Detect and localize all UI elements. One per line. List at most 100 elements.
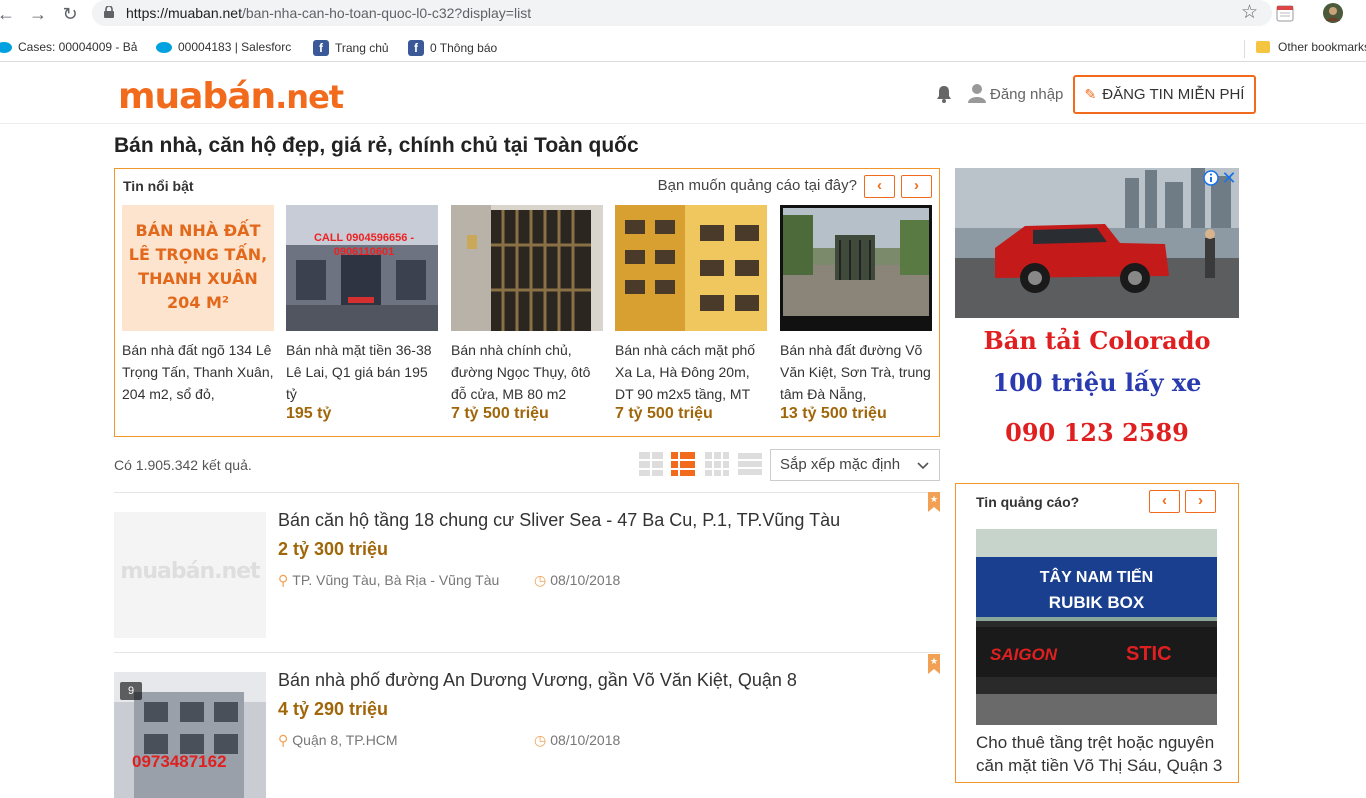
- featured-listings-box: Tin nổi bật Bạn muốn quảng cáo tại đây? …: [114, 168, 940, 437]
- featured-image-caption: CALL 0904596656 - 0906110601: [313, 232, 415, 258]
- lock-icon: [104, 6, 114, 18]
- listing-date-text: 08/10/2018: [550, 732, 621, 748]
- user-icon: [968, 84, 986, 103]
- pencil-icon: ✎: [1084, 86, 1097, 102]
- clock-icon: ◷: [534, 732, 547, 748]
- sponsored-next-button[interactable]: ›: [1185, 490, 1216, 513]
- featured-item[interactable]: Bán nhà chính chủ, đường Ngọc Thụy, ôtô …: [451, 205, 607, 423]
- bell-icon[interactable]: [934, 84, 954, 104]
- bookmark-item-thong-bao[interactable]: f 0 Thông báo: [408, 40, 497, 56]
- url-path: /ban-nha-can-ho-toan-quoc-l0-c32?display…: [241, 5, 532, 21]
- list-view-icon[interactable]: [670, 451, 696, 477]
- bookmark-item-cases[interactable]: Cases: 00004009 - Bả: [0, 40, 137, 54]
- ad-phone: 090 123 2589: [1005, 418, 1189, 447]
- listing-title[interactable]: Bán nhà phố đường An Dương Vương, gần Võ…: [278, 670, 797, 691]
- listing-price: 4 tỷ 290 triệu: [278, 699, 389, 719]
- grid-view-icon[interactable]: [638, 451, 664, 477]
- bookmark-star-icon[interactable]: ☆: [1241, 1, 1258, 24]
- salesforce-cloud-icon: [156, 41, 172, 53]
- listing-row[interactable]: 9 0973487162 Bán nhà phố đường An Dương …: [114, 654, 940, 798]
- divider: [114, 492, 940, 493]
- building-photo: [286, 205, 438, 331]
- listing-location-text: Quận 8, TP.HCM: [292, 732, 398, 748]
- featured-next-button[interactable]: ›: [901, 175, 932, 198]
- featured-prev-button[interactable]: ‹: [864, 175, 895, 198]
- bookmark-label: Cases: 00004009 - Bả: [18, 40, 138, 54]
- login-link[interactable]: Đăng nhập: [990, 86, 1063, 103]
- back-arrow-icon[interactable]: ←: [0, 2, 18, 26]
- featured-item-text[interactable]: Bán nhà đất đường Võ Văn Kiệt, Sơn Trà, …: [780, 339, 936, 405]
- reload-icon[interactable]: ↻: [58, 2, 82, 26]
- featured-item[interactable]: Bán nhà cách mặt phố Xa La, Hà Đông 20m,…: [615, 205, 771, 423]
- page-title: Bán nhà, căn hộ đẹp, giá rẻ, chính chủ t…: [114, 134, 639, 157]
- featured-image-caption: BÁN NHÀ ĐẤT LÊ TRỌNG TẤN, THANH XUÂN 204…: [128, 221, 268, 312]
- ad-close-icon[interactable]: ✕: [1221, 169, 1237, 187]
- logo-suffix-text: .net: [275, 78, 344, 116]
- ad-info-icon[interactable]: [1203, 170, 1219, 186]
- sponsored-listings-box: Tin quảng cáo? ‹ › TÂY NAM TIẾN RUBIK BO…: [955, 483, 1239, 783]
- listing-location: ⚲ TP. Vũng Tàu, Bà Rịa - Vũng Tàu: [278, 572, 499, 589]
- featured-item-text[interactable]: Bán nhà đất ngõ 134 Lê Trọng Tấn, Thanh …: [122, 339, 278, 405]
- featured-item[interactable]: CALL 0904596656 - 0906110601 Bán nhà mặt…: [286, 205, 442, 423]
- forward-arrow-icon[interactable]: →: [26, 2, 50, 26]
- profile-avatar-icon[interactable]: [1322, 2, 1344, 24]
- listing-row[interactable]: muabán.net Bán căn hộ tầng 18 chung cư S…: [114, 492, 940, 640]
- featured-item-text[interactable]: Bán nhà mặt tiền 36-38 Lê Lai, Q1 giá bá…: [286, 339, 442, 405]
- folder-icon: [1256, 41, 1270, 53]
- listing-thumbnail[interactable]: muabán.net: [114, 512, 266, 638]
- url-host: https://muaban.net: [126, 5, 242, 21]
- browser-toolbar: ← → ↻ https://muaban.net/ban-nha-can-ho-…: [0, 0, 1366, 28]
- listing-date: ◷ 08/10/2018: [534, 732, 620, 749]
- other-bookmarks-label: Other bookmarks: [1278, 40, 1366, 54]
- post-free-ad-button[interactable]: ✎ ĐĂNG TIN MIỄN PHÍ: [1073, 75, 1256, 114]
- featured-item-price: 195 tỷ: [286, 405, 332, 422]
- listing-title[interactable]: Bán căn hộ tầng 18 chung cư Sliver Sea -…: [278, 510, 840, 531]
- ad-offer: 100 triệu lấy xe: [992, 368, 1202, 397]
- calendar-extension-icon[interactable]: [1274, 2, 1296, 24]
- placeholder-logo: muabán.net: [120, 559, 260, 584]
- bookmark-item-trang-chu[interactable]: f Trang chủ: [313, 40, 389, 56]
- featured-title: Tin nổi bật: [123, 178, 194, 194]
- featured-item-image[interactable]: CALL 0904596656 - 0906110601: [286, 205, 438, 331]
- sponsored-prev-button[interactable]: ‹: [1149, 490, 1180, 513]
- compact-view-icon[interactable]: [737, 451, 763, 477]
- url-text: https://muaban.net/ban-nha-can-ho-toan-q…: [126, 5, 531, 21]
- featured-item-text[interactable]: Bán nhà cách mặt phố Xa La, Hà Đông 20m,…: [615, 339, 771, 405]
- featured-item-image[interactable]: [451, 205, 603, 331]
- featured-item-image[interactable]: [780, 205, 932, 331]
- post-button-label: ĐĂNG TIN MIỄN PHÍ: [1102, 86, 1245, 103]
- pickup-truck-photo: [955, 168, 1239, 318]
- sponsored-text[interactable]: Cho thuê tầng trệt hoặc nguyên căn mặt t…: [976, 731, 1226, 777]
- sponsored-image[interactable]: TÂY NAM TIẾN RUBIK BOX SAIGON STIC: [976, 529, 1217, 725]
- tile-view-icon[interactable]: [704, 451, 730, 477]
- featured-item-image[interactable]: [615, 205, 767, 331]
- sort-dropdown[interactable]: Sắp xếp mặc định: [770, 449, 940, 481]
- address-bar[interactable]: https://muaban.net/ban-nha-can-ho-toan-q…: [92, 0, 1272, 26]
- advertisement-banner[interactable]: ✕ Bán tải Colorado 100 triệu lấy xe 090 …: [955, 168, 1239, 475]
- save-listing-icon[interactable]: ★: [928, 492, 940, 512]
- featured-item[interactable]: Bán nhà đất đường Võ Văn Kiệt, Sơn Trà, …: [780, 205, 936, 423]
- featured-item-image[interactable]: BÁN NHÀ ĐẤT LÊ TRỌNG TẤN, THANH XUÂN 204…: [122, 205, 274, 331]
- ad-headline: Bán tải Colorado: [983, 326, 1211, 355]
- bookmark-item-salesforce[interactable]: 00004183 | Salesforc: [156, 40, 291, 54]
- featured-item-text[interactable]: Bán nhà chính chủ, đường Ngọc Thụy, ôtô …: [451, 339, 607, 405]
- facebook-icon: f: [408, 40, 424, 56]
- listing-price: 2 tỷ 300 triệu: [278, 539, 389, 559]
- other-bookmarks[interactable]: Other bookmarks: [1256, 40, 1366, 54]
- gate-photo: [451, 205, 603, 331]
- thumbnail-phone-caption: 0973487162: [132, 752, 227, 771]
- bookmark-label: 00004183 | Salesforc: [178, 40, 292, 54]
- divider: [114, 652, 940, 653]
- ad-photo[interactable]: [955, 168, 1239, 318]
- listing-date: ◷ 08/10/2018: [534, 572, 620, 589]
- site-logo[interactable]: muabán.net: [118, 76, 344, 117]
- listing-location-text: TP. Vũng Tàu, Bà Rịa - Vũng Tàu: [292, 572, 500, 588]
- listing-thumbnail[interactable]: 9 0973487162: [114, 672, 266, 798]
- map-pin-icon: ⚲: [278, 572, 289, 588]
- featured-item[interactable]: BÁN NHÀ ĐẤT LÊ TRỌNG TẤN, THANH XUÂN 204…: [122, 205, 278, 405]
- clock-icon: ◷: [534, 572, 547, 588]
- advertise-here-link[interactable]: Bạn muốn quảng cáo tại đây?: [658, 177, 857, 194]
- featured-item-price: 7 tỷ 500 triệu: [615, 405, 713, 422]
- sign-text-middle: RUBIK BOX: [1048, 593, 1145, 612]
- save-listing-icon[interactable]: ★: [928, 654, 940, 674]
